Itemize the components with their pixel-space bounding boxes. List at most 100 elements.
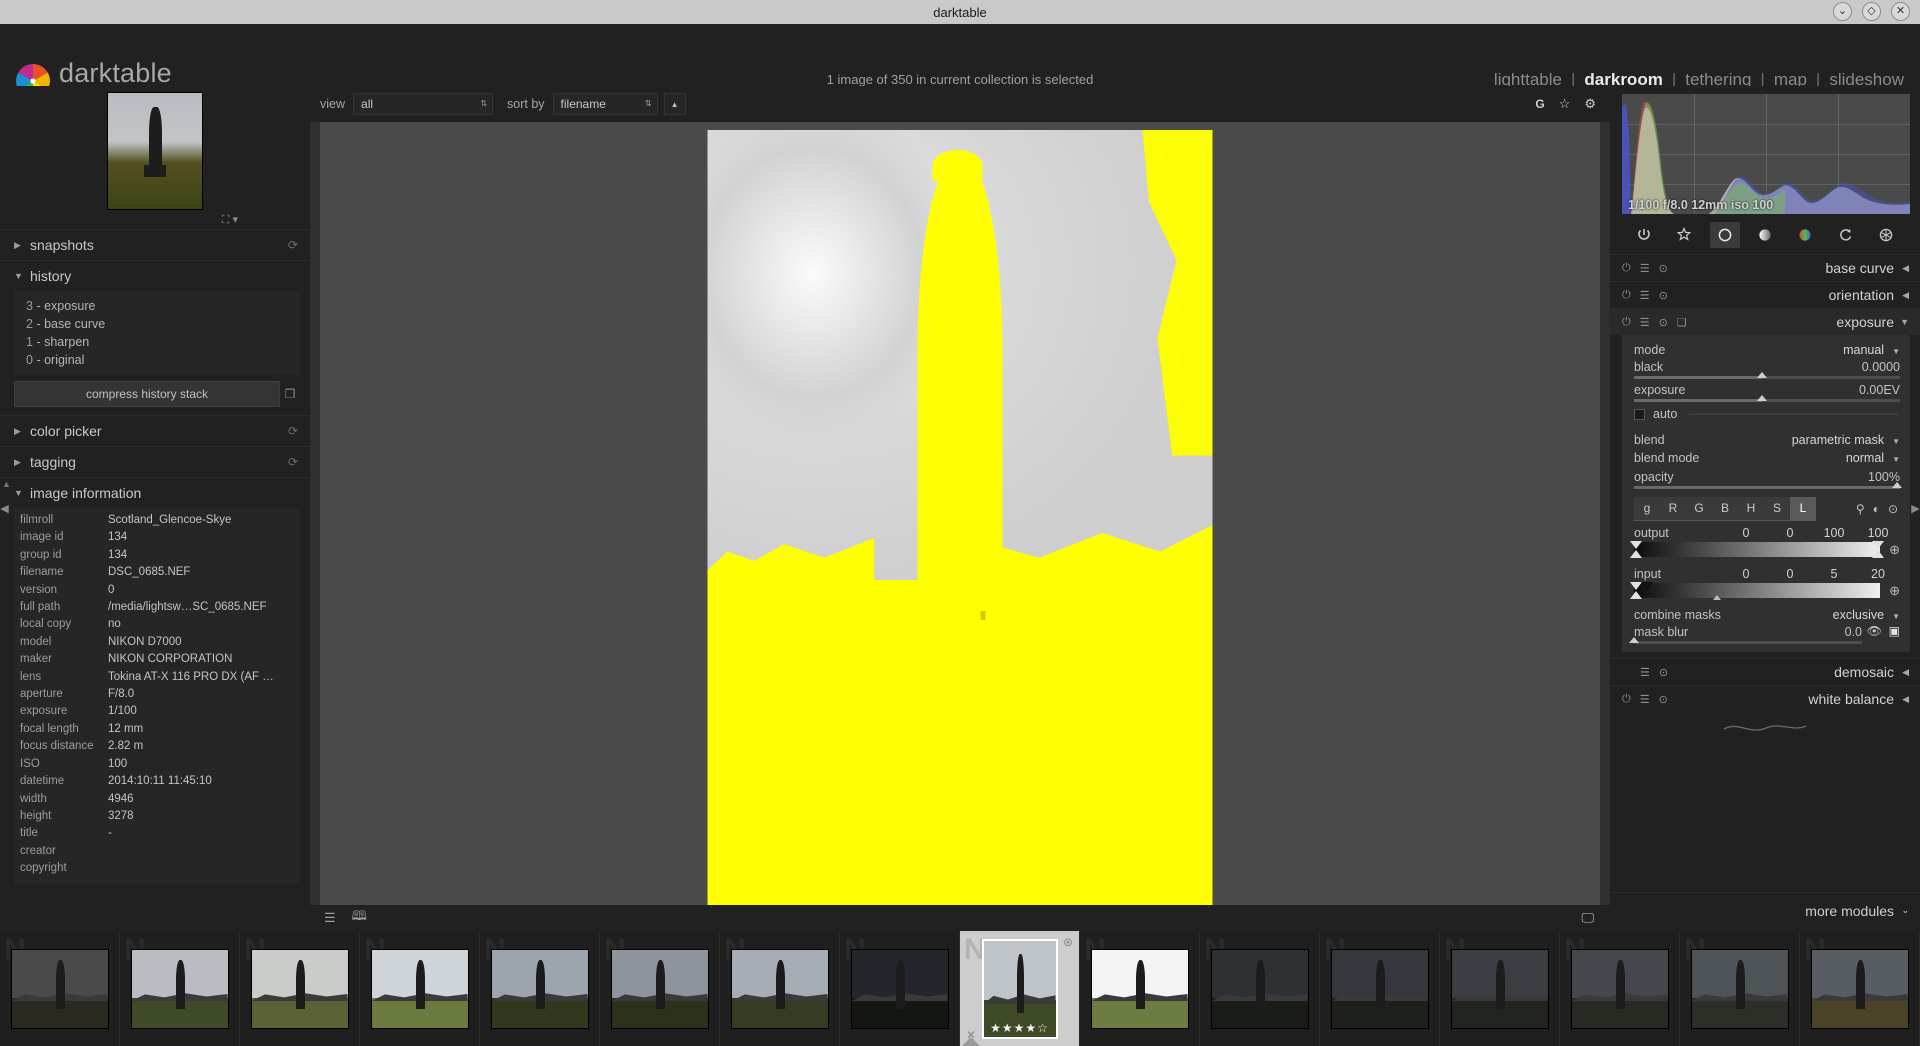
filmstrip-thumb[interactable]: N — [240, 931, 360, 1046]
effect-modules-icon[interactable] — [1871, 222, 1901, 248]
color-picker-icon[interactable]: ⚲ — [1856, 502, 1865, 516]
input-node-marker[interactable] — [1712, 595, 1721, 600]
channel-tab-g[interactable]: g — [1634, 497, 1660, 521]
opacity-slider[interactable]: opacity 100% — [1630, 469, 1902, 489]
navigation-preview[interactable] — [107, 92, 203, 210]
minimize-icon[interactable]: ⌄ — [1833, 2, 1852, 21]
panel-header-image-information[interactable]: ▼ image information — [0, 477, 310, 508]
reset-module-icon[interactable]: ⊙ — [1659, 316, 1668, 329]
module-header-base-curve[interactable]: ⏻ ☰ ⊙ base curve ◀ — [1610, 254, 1920, 281]
filmstrip-thumb[interactable]: N — [1080, 931, 1200, 1046]
add-node-icon[interactable]: ⊕ — [1889, 583, 1900, 599]
module-header-demosaic[interactable]: ☰ ⊙ demosaic ◀ — [1610, 658, 1920, 685]
darkroom-canvas[interactable] — [310, 122, 1610, 905]
left-panel-scroll[interactable]: ▲ ▼ ▶ snapshots ⟳ ▼ history 3 - — [0, 229, 310, 931]
filmstrip-thumb[interactable]: N — [1680, 931, 1800, 1046]
snapshots-reset-icon[interactable]: ⟳ — [288, 238, 298, 252]
input-handle-mid[interactable] — [1641, 582, 1653, 590]
output-handle-high-b[interactable] — [1872, 550, 1884, 558]
filmstrip-thumb[interactable]: N — [0, 931, 120, 1046]
presets-menu-icon[interactable]: ☰ — [1640, 289, 1650, 302]
power-toggle-icon[interactable]: ⏻ — [1622, 693, 1631, 706]
compress-history-stack-button[interactable]: compress history stack — [14, 381, 280, 407]
sort-direction-button[interactable]: ▲ — [663, 93, 686, 115]
power-toggle-icon[interactable]: ⏻ — [1622, 289, 1631, 302]
presets-menu-icon[interactable]: ☰ — [1640, 693, 1650, 706]
reset-module-icon[interactable]: ⊙ — [1659, 262, 1668, 275]
output-handle-low-b[interactable] — [1630, 550, 1642, 558]
output-handle-high[interactable] — [1872, 541, 1884, 549]
sort-by-select[interactable]: filename ⇅ — [552, 93, 658, 115]
channel-tab-L[interactable]: L — [1790, 497, 1816, 521]
left-panel-collapse-handle[interactable]: ◀ — [0, 486, 9, 532]
invert-polarity-icon[interactable]: ◐ — [1873, 502, 1880, 516]
chevron-down-icon[interactable]: ▼ — [1892, 347, 1900, 356]
favorite-modules-icon[interactable] — [1669, 222, 1699, 248]
panel-header-history[interactable]: ▼ history — [0, 260, 310, 291]
filmstrip-thumb[interactable]: N — [1320, 931, 1440, 1046]
toggle-mask-icon[interactable]: ▣ — [1889, 624, 1900, 638]
opacity-slider-thumb[interactable] — [1892, 482, 1902, 488]
module-header-orientation[interactable]: ⏻ ☰ ⊙ orientation ◀ — [1610, 281, 1920, 308]
channel-tab-H[interactable]: H — [1738, 497, 1764, 521]
output-gradient-slider[interactable]: ⊕ — [1630, 541, 1900, 558]
filmstrip-thumb[interactable]: N — [840, 931, 960, 1046]
fit-to-window-icon[interactable]: ⛶ — [222, 214, 230, 227]
opacity-slider-track[interactable] — [1634, 482, 1902, 489]
panel-header-color-picker[interactable]: ▶ color picker ⟳ — [0, 415, 310, 446]
channel-tab-G[interactable]: G — [1686, 497, 1712, 521]
create-style-icon[interactable]: ❐ — [280, 387, 300, 401]
channel-tab-B[interactable]: B — [1712, 497, 1738, 521]
module-header-white-balance[interactable]: ⏻ ☰ ⊙ white balance ◀ — [1610, 685, 1920, 712]
mask-blur-slider-track[interactable] — [1629, 637, 1862, 644]
black-slider-thumb[interactable] — [1756, 372, 1767, 378]
color-modules-icon[interactable] — [1790, 222, 1820, 248]
tone-modules-icon[interactable] — [1750, 222, 1780, 248]
display-mask-eye-icon[interactable]: 👁 — [1867, 624, 1882, 638]
reset-module-icon[interactable]: ⊙ — [1659, 289, 1668, 302]
group-icon[interactable]: ⊛ — [1063, 935, 1073, 949]
reset-module-icon[interactable]: ⊙ — [1659, 666, 1668, 679]
channel-tab-R[interactable]: R — [1660, 497, 1686, 521]
panel-header-tagging[interactable]: ▶ tagging ⟳ — [0, 446, 310, 477]
power-toggle-icon[interactable]: ⏻ — [1622, 316, 1631, 329]
blend-mode-row[interactable]: blend mode normal ▼ — [1630, 449, 1902, 467]
filmstrip-thumb-selected[interactable]: N ✕ ⊛ ★★★★☆ — [960, 931, 1080, 1046]
filmstrip-thumb[interactable]: N — [600, 931, 720, 1046]
exposure-slider-track[interactable] — [1634, 395, 1900, 402]
presets-menu-icon[interactable]: ☰ — [1640, 666, 1650, 679]
filmstrip-thumb[interactable]: N — [1800, 931, 1920, 1046]
exposure-slider[interactable]: exposure 0.00EV — [1630, 382, 1902, 402]
add-node-icon[interactable]: ⊕ — [1889, 542, 1900, 558]
histogram-widget[interactable]: 1/100 f/8.0 12mm iso 100 — [1622, 94, 1910, 214]
exposure-slider-thumb[interactable] — [1756, 395, 1767, 401]
color-picker-reset-icon[interactable]: ⟳ — [288, 424, 298, 438]
close-icon[interactable]: ✕ — [1891, 2, 1910, 21]
zoom-dropdown-icon[interactable]: ▾ — [232, 214, 238, 226]
history-item[interactable]: 3 - exposure — [22, 297, 292, 315]
mask-blur-slider-thumb[interactable] — [1629, 637, 1639, 643]
filmstrip[interactable]: NNNNNNNNN✕⊛★★★★☆NNNNNNNN — [0, 931, 1920, 1046]
chevron-down-icon[interactable]: ▼ — [1892, 437, 1900, 446]
input-handle-low-b[interactable] — [1630, 591, 1642, 599]
history-item[interactable]: 2 - base curve — [22, 315, 292, 333]
basic-modules-icon[interactable] — [1709, 222, 1740, 248]
channel-tab-S[interactable]: S — [1764, 497, 1790, 521]
grouping-icon[interactable]: G — [1535, 97, 1544, 111]
duplicate-manager-icon[interactable]: 🕮 — [352, 907, 367, 929]
auto-percentile-track[interactable] — [1689, 413, 1898, 415]
exposure-mode-row[interactable]: mode manual ▼ — [1630, 341, 1902, 359]
output-handle-low[interactable] — [1630, 541, 1642, 549]
tagging-reset-icon[interactable]: ⟳ — [288, 455, 298, 469]
filmstrip-toggle-icon[interactable]: ☰ — [324, 910, 336, 926]
chevron-down-icon[interactable]: ▼ — [1892, 455, 1900, 464]
right-panel-collapse-handle[interactable]: ▶ — [1911, 486, 1920, 532]
combine-masks-row[interactable]: combine masks exclusive ▼ — [1630, 606, 1902, 624]
black-slider[interactable]: black 0.0000 — [1630, 359, 1902, 379]
filmstrip-thumb[interactable]: N — [720, 931, 840, 1046]
history-item[interactable]: 1 - sharpen — [22, 333, 292, 351]
mask-blur-slider[interactable]: mask blur 0.0 👁 ▣ — [1629, 624, 1902, 644]
presets-menu-icon[interactable]: ☰ — [1640, 262, 1650, 275]
filmstrip-thumb[interactable]: N — [120, 931, 240, 1046]
view-filter-select[interactable]: all ⇅ — [353, 93, 494, 115]
